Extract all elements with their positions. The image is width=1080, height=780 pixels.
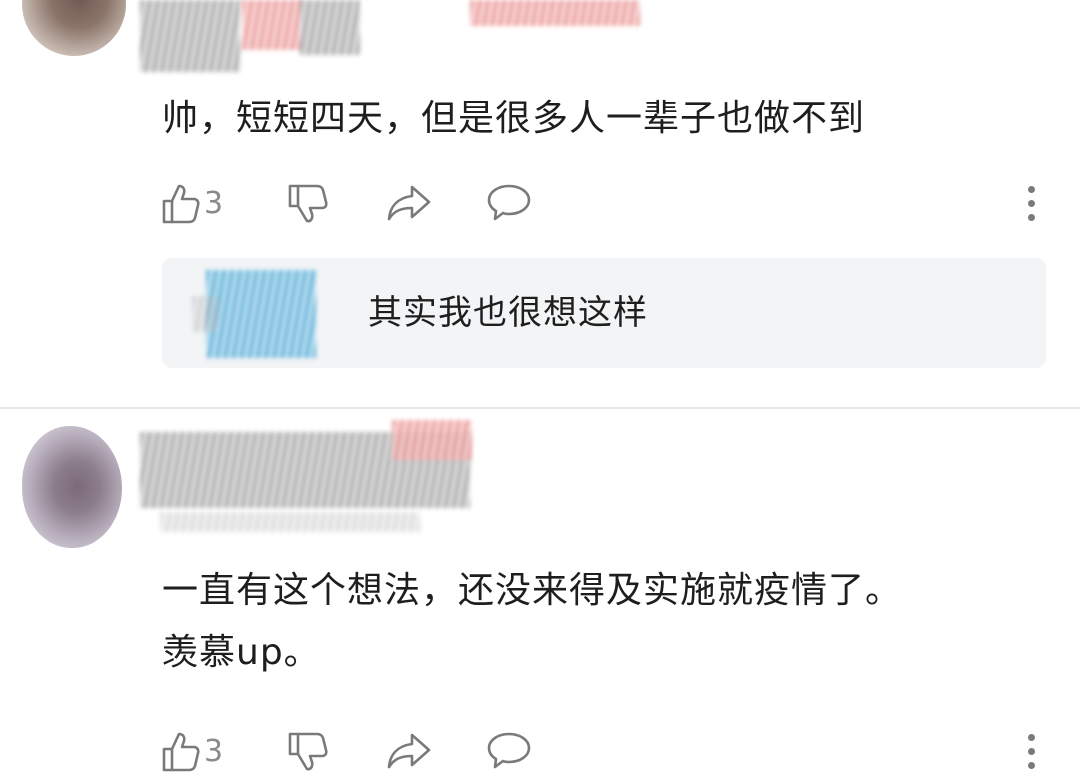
username-redacted	[242, 0, 302, 50]
comment-actions: 3	[162, 726, 1080, 776]
more-vertical-icon	[1027, 747, 1035, 755]
avatar[interactable]	[22, 426, 122, 548]
like-count: 3	[204, 185, 224, 221]
username-redacted	[300, 0, 360, 55]
share-arrow-icon	[387, 733, 431, 769]
comment-item: 一直有这个想法，还没来得及实施就疫情了。 羡慕up。 3	[0, 408, 1080, 780]
more-vertical-icon	[1027, 733, 1035, 741]
reply-preview-text: 其实我也很想这样	[368, 293, 648, 333]
dislike-button[interactable]	[288, 726, 328, 776]
thumbs-up-icon	[162, 184, 200, 224]
share-button[interactable]	[386, 178, 432, 228]
speech-bubble-icon	[487, 732, 531, 769]
comment-text-line: 一直有这个想法，还没来得及实施就疫情了。	[162, 570, 903, 611]
speech-bubble-icon	[487, 184, 531, 221]
comment-item: 帅，短短四天，但是很多人一辈子也做不到 3 其实我也很想这样	[0, 0, 1080, 408]
like-button[interactable]: 3	[162, 178, 223, 228]
comment-text-line: 帅，短短四天，但是很多人一辈子也做不到	[162, 98, 866, 139]
comment-text: 一直有这个想法，还没来得及实施就疫情了。 羡慕up。	[162, 560, 1040, 684]
username-redacted	[392, 420, 472, 460]
thumbs-down-icon	[288, 184, 328, 223]
reply-preview[interactable]: 其实我也很想这样	[162, 258, 1046, 368]
reply-username-redacted	[192, 296, 218, 332]
more-vertical-icon	[1027, 199, 1035, 207]
like-button[interactable]: 3	[162, 726, 223, 776]
comment-list: 帅，短短四天，但是很多人一辈子也做不到 3 其实我也很想这样 一直有这个想法，还…	[0, 0, 1080, 780]
thumbs-up-icon	[162, 732, 200, 772]
share-arrow-icon	[387, 185, 431, 221]
reply-button[interactable]	[486, 178, 532, 228]
reply-username-redacted	[206, 270, 316, 358]
more-vertical-icon	[1027, 185, 1035, 193]
more-vertical-icon	[1027, 761, 1035, 769]
comment-meta-redacted	[160, 512, 420, 532]
dislike-button[interactable]	[288, 178, 328, 228]
username-redacted	[470, 0, 640, 26]
comment-actions: 3	[162, 178, 1080, 228]
share-button[interactable]	[386, 726, 432, 776]
username-redacted	[140, 0, 240, 72]
thumbs-down-icon	[288, 732, 328, 771]
reply-button[interactable]	[486, 726, 532, 776]
comment-text-line: 羡慕up。	[162, 632, 321, 673]
more-options-button[interactable]	[1016, 178, 1046, 228]
avatar[interactable]	[22, 0, 126, 56]
like-count: 3	[204, 733, 224, 769]
more-vertical-icon	[1027, 213, 1035, 221]
more-options-button[interactable]	[1016, 726, 1046, 776]
comment-text: 帅，短短四天，但是很多人一辈子也做不到	[162, 88, 1040, 150]
